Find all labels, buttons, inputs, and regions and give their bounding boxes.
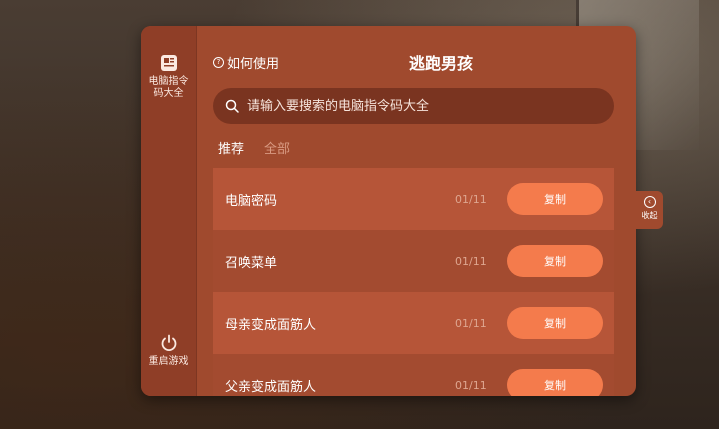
sidebar-item-label: 电脑指令码大全 [148,76,189,99]
command-name: 母亲变成面筋人 [225,317,317,333]
command-count: 01/11 [455,316,487,330]
chevron-left-icon: ‹ [643,196,656,208]
copy-button[interactable]: 复制 [507,369,603,396]
command-name: 电脑密码 [225,193,278,209]
search-bar[interactable] [213,88,614,124]
list-item: 召唤菜单 01/11 复制 [213,230,614,292]
command-list: 电脑密码 01/11 复制 召唤菜单 01/11 复制 母亲变成面筋人 01/1… [213,168,614,396]
collapse-button[interactable]: ‹ 收起 [636,191,663,229]
tab-recommended[interactable]: 推荐 [218,138,244,157]
page-title: 逃跑男孩 [408,54,473,73]
command-count: 01/11 [455,254,487,268]
tab-all[interactable]: 全部 [264,138,290,157]
copy-button[interactable]: 复制 [507,245,603,277]
list-item: 母亲变成面筋人 01/11 复制 [213,292,614,354]
sidebar-item-commands[interactable]: 电脑指令码大全 [141,54,196,100]
command-name: 父亲变成面筋人 [225,379,317,395]
question-icon: ? [213,57,224,68]
restart-game-button[interactable]: 重启游戏 [141,334,196,368]
restart-game-label: 重启游戏 [148,356,189,367]
command-count: 01/11 [455,192,487,206]
search-icon [225,99,239,113]
sidebar: 电脑指令码大全 重启游戏 [141,26,197,396]
tab-bar: 推荐 全部 [218,138,290,157]
search-input[interactable] [245,97,589,115]
copy-button[interactable]: 复制 [507,183,603,215]
collapse-label: 收起 [641,211,658,220]
list-item: 电脑密码 01/11 复制 [213,168,614,230]
power-icon [161,334,176,352]
command-panel: 电脑指令码大全 重启游戏 ? 如何使用 逃跑男孩 推荐 全部 电脑密码 01/1… [141,26,636,396]
list-item: 父亲变成面筋人 01/11 复制 [213,354,614,396]
help-label: 如何使用 [227,57,280,72]
command-count: 01/11 [455,378,487,392]
command-name: 召唤菜单 [225,255,278,271]
document-icon [160,55,177,71]
help-link[interactable]: ? 如何使用 [213,53,279,72]
copy-button[interactable]: 复制 [507,307,603,339]
